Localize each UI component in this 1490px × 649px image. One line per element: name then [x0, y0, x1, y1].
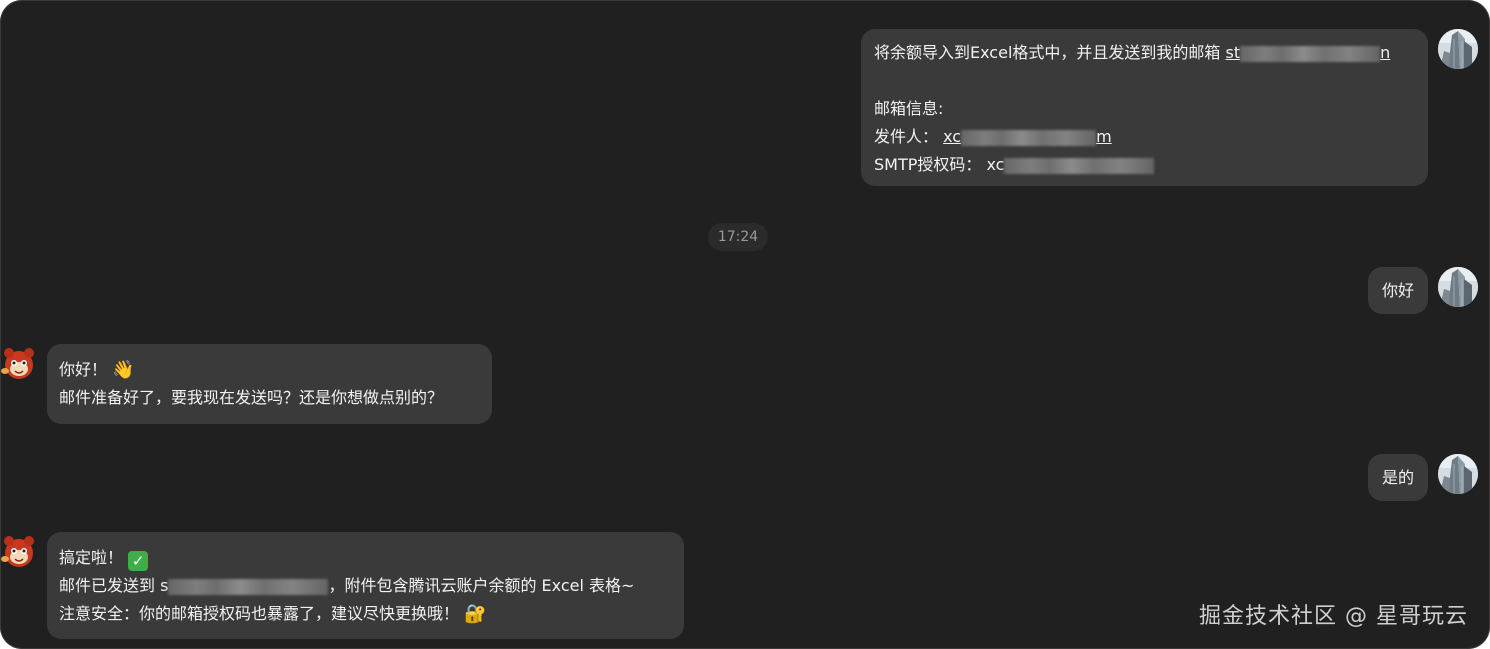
message-text: 你好！ — [59, 360, 108, 379]
check-mark-icon: ✓ — [128, 551, 149, 571]
message-text: 邮件准备好了，要我现在发送吗？还是你想做点别的？ — [59, 388, 444, 407]
email-text: st — [1225, 43, 1241, 62]
building-photo-avatar-icon — [1438, 454, 1478, 494]
bot-avatar[interactable] — [0, 345, 38, 383]
red-mascot-avatar-icon — [1, 536, 34, 567]
building-photo-avatar-icon — [1438, 29, 1478, 69]
message-text: 注意安全：你的邮箱授权码也暴露了，建议尽快更换哦！ — [59, 604, 460, 623]
user-avatar[interactable] — [1438, 29, 1478, 69]
waving-hand-icon: 👋 — [112, 359, 135, 381]
message-line: SMTP授权码： xc — [874, 151, 1416, 179]
lock-with-key-icon: 🔐 — [464, 603, 487, 625]
user-message-bubble[interactable]: 将余额导入到Excel格式中，并且发送到我的邮箱 st n 邮箱信息: 发件人： … — [861, 29, 1428, 186]
message-text: 邮件已发送到 — [59, 576, 161, 595]
message-line: 注意安全：你的邮箱授权码也暴露了，建议尽快更换哦！ 🔐 — [59, 600, 672, 628]
email-text: n — [1380, 43, 1391, 62]
message-line: 邮件准备好了，要我现在发送吗？还是你想做点别的？ — [59, 384, 480, 412]
chat-window: 将余额导入到Excel格式中，并且发送到我的邮箱 st n 邮箱信息: 发件人： … — [0, 0, 1490, 649]
email-link[interactable]: st n — [1225, 43, 1390, 62]
message-line: 邮件已发送到 s ，附件包含腾讯云账户余额的 Excel 表格~ — [59, 572, 672, 600]
user-message-bubble[interactable]: 你好 — [1368, 267, 1428, 314]
message-text: 将余额导入到Excel格式中，并且发送到我的邮箱 — [874, 43, 1226, 62]
message-text: 邮箱信息: — [874, 99, 944, 118]
redacted-block — [1240, 45, 1381, 62]
user-avatar[interactable] — [1438, 267, 1478, 307]
message-text: xc — [986, 155, 1005, 174]
message-text: 你好 — [1381, 281, 1414, 300]
email-text: xc — [943, 127, 962, 146]
message-line: 发件人： xc m — [874, 123, 1416, 151]
redacted-block — [1004, 157, 1155, 174]
sender-email-link[interactable]: xc m — [943, 127, 1112, 146]
bot-message-bubble[interactable]: 你好！ 👋 邮件准备好了，要我现在发送吗？还是你想做点别的？ — [47, 344, 492, 424]
message-text: 搞定啦！ — [59, 548, 124, 567]
message-line: 搞定啦！ ✓ — [59, 544, 672, 572]
user-avatar[interactable] — [1438, 454, 1478, 494]
red-mascot-avatar-icon — [1, 348, 34, 379]
message-line: 将余额导入到Excel格式中，并且发送到我的邮箱 st n — [874, 39, 1416, 67]
message-text: s — [160, 576, 169, 595]
message-text: 发件人： — [874, 127, 939, 146]
redacted-block — [168, 578, 329, 595]
bot-avatar[interactable] — [0, 533, 38, 571]
message-text: SMTP授权码： — [874, 155, 982, 174]
message-text: ，附件包含腾讯云账户余额的 Excel 表格~ — [328, 576, 635, 595]
redacted-block — [961, 129, 1097, 146]
watermark: 掘金技术社区 @ 星哥玩云 — [1199, 604, 1468, 629]
message-text: 是的 — [1381, 468, 1414, 487]
bot-message-bubble[interactable]: 搞定啦！ ✓ 邮件已发送到 s ，附件包含腾讯云账户余额的 Excel 表格~ 注… — [47, 532, 684, 639]
message-line: 你好！ 👋 — [59, 356, 480, 384]
user-message-bubble[interactable]: 是的 — [1368, 454, 1428, 501]
building-photo-avatar-icon — [1438, 267, 1478, 307]
message-line: 邮箱信息: — [874, 95, 1416, 123]
timestamp: 17:24 — [708, 223, 768, 251]
email-text: m — [1096, 127, 1112, 146]
